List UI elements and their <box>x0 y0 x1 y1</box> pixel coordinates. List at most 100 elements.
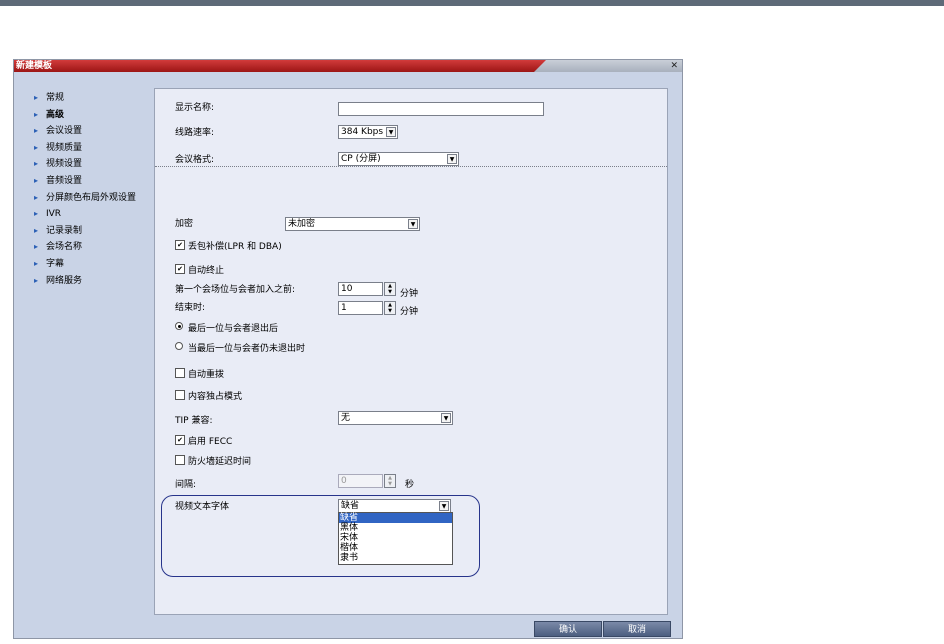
dialog-title: 新建模板 <box>16 61 53 71</box>
cancel-button[interactable]: 取消 <box>603 621 671 637</box>
at-end-unit: 分钟 <box>400 307 419 317</box>
section-divider <box>155 166 667 167</box>
auto-terminate-label: 自动终止 <box>188 266 225 276</box>
spinner-buttons[interactable]: ▲ ▼ <box>384 282 396 296</box>
dialog-title-bar[interactable]: 新建模板 ✕ <box>14 60 682 72</box>
encryption-label: 加密 <box>175 219 194 229</box>
video-font-value: 缺省 <box>341 501 360 511</box>
sidebar-item[interactable]: ▸ IVR <box>34 206 154 223</box>
chevron-down-icon[interactable]: ▼ <box>447 154 457 164</box>
sidebar-item-label: 视频设置 <box>46 159 83 170</box>
tip-label: TIP 兼容: <box>175 416 213 426</box>
spin-down-icon[interactable]: ▼ <box>385 308 395 314</box>
sidebar-item[interactable]: ▸ 会议设置 <box>34 123 154 140</box>
video-font-option[interactable]: 宋体 <box>339 533 452 543</box>
before-first-join-label: 第一个会场位与会者加入之前: <box>175 285 296 295</box>
radio-only-one[interactable] <box>175 342 183 350</box>
chevron-down-icon[interactable]: ▼ <box>441 413 451 423</box>
auto-terminate-checkbox[interactable]: ✔ <box>175 264 185 274</box>
spinner-buttons[interactable]: ▲ ▼ <box>384 301 396 315</box>
interval-unit: 秒 <box>405 480 415 490</box>
content-exclusive-label: 内容独占模式 <box>188 392 243 402</box>
chevron-right-icon: ▸ <box>34 275 39 285</box>
sidebar-item[interactable]: ▸ 字幕 <box>34 256 154 273</box>
top-bar <box>0 0 944 6</box>
chevron-right-icon: ▸ <box>34 142 39 152</box>
radio-only-one-label: 当最后一位与会者仍未退出时 <box>188 344 306 354</box>
tip-value: 无 <box>341 413 351 423</box>
sidebar-item[interactable]: ▸ 分屏颜色布局外观设置 <box>34 190 154 207</box>
encryption-select[interactable]: 未加密 ▼ <box>285 217 420 231</box>
radio-last-leave-label: 最后一位与会者退出后 <box>188 324 279 334</box>
auto-redial-checkbox[interactable] <box>175 368 185 378</box>
sidebar-item-label: IVR <box>46 209 62 220</box>
sidebar-item[interactable]: ▸ 网络服务 <box>34 273 154 290</box>
before-first-join-spinner[interactable]: 10 ▲ ▼ <box>338 282 396 296</box>
chevron-right-icon: ▸ <box>34 258 39 268</box>
sidebar-item-label: 会议设置 <box>46 126 83 137</box>
ok-button[interactable]: 确认 <box>534 621 602 637</box>
chevron-right-icon: ▸ <box>34 109 39 119</box>
sidebar-item-label: 字幕 <box>46 258 65 269</box>
video-font-option[interactable]: 隶书 <box>339 553 452 563</box>
fecc-label: 启用 FECC <box>188 437 233 447</box>
content-exclusive-checkbox[interactable] <box>175 390 185 400</box>
before-first-join-unit: 分钟 <box>400 289 419 299</box>
sidebar-item-label: 记录录制 <box>46 225 83 236</box>
sidebar-item[interactable]: ▸ 会场名称 <box>34 239 154 256</box>
sidebar-item-label: 常规 <box>46 93 65 103</box>
chevron-down-icon[interactable]: ▼ <box>386 127 396 137</box>
sidebar-item[interactable]: ▸ 常规 <box>34 90 154 107</box>
at-end-value: 1 <box>341 303 347 313</box>
sidebar-item[interactable]: ▸ 记录录制 <box>34 223 154 240</box>
chevron-right-icon: ▸ <box>34 175 39 185</box>
chevron-right-icon: ▸ <box>34 192 39 202</box>
spinner-buttons[interactable]: ▲ ▼ <box>384 474 396 488</box>
radio-last-leave[interactable] <box>175 322 183 330</box>
spin-down-icon[interactable]: ▼ <box>385 481 395 487</box>
chevron-right-icon: ▸ <box>34 93 39 102</box>
firewall-label: 防火墙延迟时间 <box>188 457 252 467</box>
sidebar-item-label: 网络服务 <box>46 275 83 286</box>
sidebar-item-label: 高级 <box>46 109 65 120</box>
sidebar-item[interactable]: ▸ 音频设置 <box>34 173 154 190</box>
lpr-checkbox[interactable]: ✔ <box>175 240 185 250</box>
sidebar-item-label: 分屏颜色布局外观设置 <box>46 192 137 203</box>
at-end-label: 结束时: <box>175 303 206 313</box>
interval-spinner[interactable]: 0 ▲ ▼ <box>338 474 396 488</box>
chevron-down-icon[interactable]: ▼ <box>439 501 449 511</box>
conference-format-label: 会议格式: <box>175 155 215 165</box>
line-rate-value: 384 Kbps <box>341 127 384 137</box>
conference-format-select[interactable]: CP (分屏) ▼ <box>338 152 459 166</box>
title-bar-notch <box>534 60 682 72</box>
sidebar-item[interactable]: ▸ 视频设置 <box>34 156 154 173</box>
firewall-checkbox[interactable] <box>175 455 185 465</box>
spin-down-icon[interactable]: ▼ <box>385 289 395 295</box>
video-font-option[interactable]: 缺省 <box>339 513 452 523</box>
chevron-right-icon: ▸ <box>34 242 39 252</box>
sidebar-item-label: 会场名称 <box>46 242 83 253</box>
chevron-right-icon: ▸ <box>34 225 39 235</box>
chevron-down-icon[interactable]: ▼ <box>408 219 418 229</box>
encryption-value: 未加密 <box>288 219 316 229</box>
at-end-spinner[interactable]: 1 ▲ ▼ <box>338 301 396 315</box>
chevron-right-icon: ▸ <box>34 159 39 169</box>
interval-value: 0 <box>341 476 347 486</box>
video-font-label: 视频文本字体 <box>175 502 230 512</box>
fecc-checkbox[interactable]: ✔ <box>175 435 185 445</box>
display-name-input[interactable] <box>338 102 544 116</box>
video-font-option[interactable]: 黑体 <box>339 523 452 533</box>
line-rate-label: 线路速率: <box>175 128 215 138</box>
video-font-option[interactable]: 楷体 <box>339 543 452 553</box>
lpr-label: 丢包补偿(LPR 和 DBA) <box>188 242 282 252</box>
interval-label: 间隔: <box>175 480 197 490</box>
sidebar-item[interactable]: ▸ 视频质量 <box>34 140 154 157</box>
auto-redial-label: 自动重拨 <box>188 370 225 380</box>
video-font-select[interactable]: 缺省 ▼ <box>338 499 451 513</box>
tip-select[interactable]: 无 ▼ <box>338 411 453 425</box>
line-rate-select[interactable]: 384 Kbps ▼ <box>338 125 398 139</box>
video-font-dropdown-list: 缺省 黑体 宋体 楷体 隶书 <box>338 512 453 565</box>
sidebar-item-label: 音频设置 <box>46 175 83 186</box>
close-icon[interactable]: ✕ <box>670 60 678 72</box>
sidebar-item[interactable]: ▸ 高级 <box>34 107 154 124</box>
